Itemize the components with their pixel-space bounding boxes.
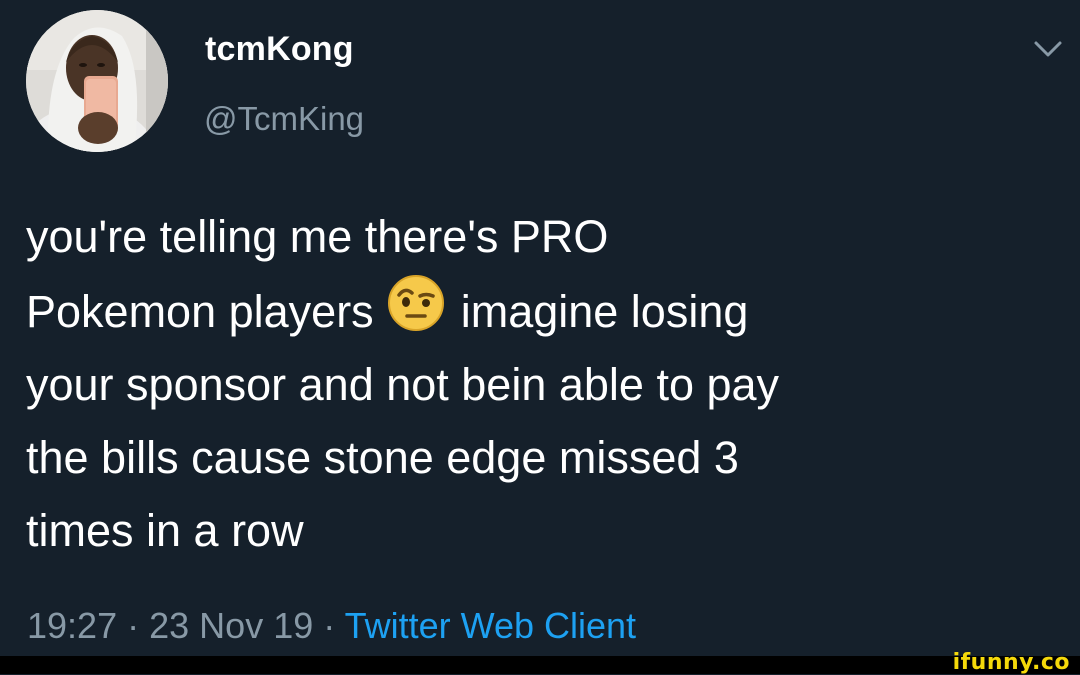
tweet-line: you're telling me there's PRO — [26, 211, 609, 262]
face-with-raised-eyebrow-emoji — [388, 275, 445, 331]
tweet-line: times in a row — [26, 505, 304, 556]
tweet-line: the bills cause stone edge missed 3 — [26, 432, 739, 483]
tweet-meta: 19:27 · 23 Nov 19 · Twitter Web Client — [27, 605, 636, 647]
meta-separator: · — [127, 605, 140, 646]
tweet-line-part: imagine losing — [460, 286, 749, 337]
tweet-line-part: Pokemon players — [26, 286, 374, 337]
tweet-line: your sponsor and not bein able to pay — [26, 359, 780, 410]
tweet-time[interactable]: 19:27 — [27, 605, 117, 646]
ifunny-watermark: ifunny.co — [952, 650, 1070, 675]
tweet-text: you're telling me there's PRO Pokemon pl… — [26, 200, 1066, 567]
chevron-down-icon[interactable] — [1033, 38, 1063, 60]
user-avatar[interactable] — [26, 10, 168, 152]
tweet-line-with-emoji: Pokemon players imagine losing — [26, 273, 1066, 348]
tweet-client-link[interactable]: Twitter Web Client — [345, 605, 636, 646]
tweet-card: tcmKong @TcmKing you're telling me there… — [0, 0, 1080, 656]
tweet-date[interactable]: 23 Nov 19 — [149, 605, 313, 646]
avatar-selfie-photo — [26, 10, 168, 152]
meta-separator: · — [323, 605, 336, 646]
watermark-bar — [0, 656, 1080, 674]
user-display-name[interactable]: tcmKong — [205, 30, 354, 69]
user-handle[interactable]: @TcmKing — [204, 100, 364, 138]
